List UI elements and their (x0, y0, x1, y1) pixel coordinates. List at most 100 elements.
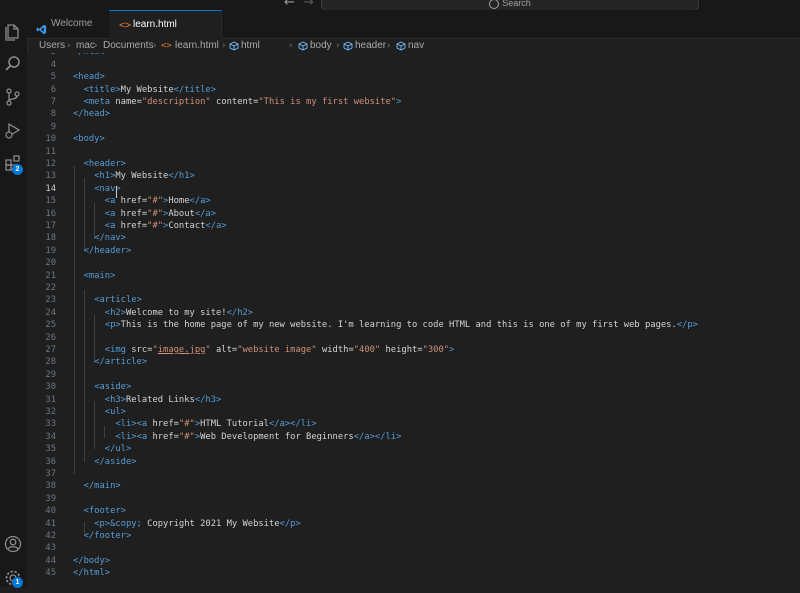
code-line[interactable]: 17 <a href="#">Contact</a> (27, 220, 800, 232)
breadcrumb-item[interactable]: nav (408, 39, 424, 53)
search-icon[interactable] (3, 54, 23, 74)
code-line[interactable]: 38 </main> (27, 480, 800, 492)
code-line[interactable]: 29 (27, 369, 800, 381)
code-line[interactable]: 6 <title>My Website</title> (27, 84, 800, 96)
line-code: </article> (94, 357, 148, 368)
code-line[interactable]: 28 </article> (27, 356, 800, 368)
code-line[interactable]: 20 (27, 257, 800, 269)
line-number: 37 (45, 469, 56, 479)
code-line[interactable]: 19 </header> (27, 245, 800, 257)
text-cursor (116, 186, 117, 198)
line-number: 21 (45, 270, 56, 281)
code-line[interactable]: 11 (27, 146, 800, 158)
line-number: 39 (45, 493, 56, 504)
line-number: 17 (45, 221, 56, 231)
line-code: <aside> (94, 382, 132, 393)
breadcrumb-item[interactable]: Users (39, 39, 65, 53)
line-code: </header> (83, 245, 132, 256)
line-code: <h2>Welcome to my site!</h2> (104, 307, 254, 318)
code-line[interactable]: 16 <a href="#">About</a> (27, 208, 800, 220)
code-line[interactable]: 27 <img src="image.jpg" alt="website ima… (27, 344, 800, 356)
line-number: 10 (45, 134, 56, 145)
forward-arrow-icon[interactable]: → (303, 0, 314, 10)
line-code: </nav> (94, 233, 126, 244)
code-editor[interactable]: 3</html>45<head>6 <title>My Website</tit… (27, 53, 800, 586)
line-number: 32 (45, 407, 56, 417)
breadcrumb-item[interactable]: Documents (103, 39, 154, 53)
line-code: <p>&copy; Copyright 2021 My Website</p> (94, 518, 301, 529)
code-line[interactable]: 7 <meta name="description" content="This… (27, 96, 800, 108)
code-line[interactable]: 12 <header> (27, 158, 800, 170)
element-cube-icon (229, 41, 239, 51)
code-line[interactable]: 44 </body> (27, 555, 800, 567)
line-code: <footer> (83, 506, 126, 517)
line-number: 33 (45, 419, 56, 430)
line-number: 15 (45, 196, 56, 207)
code-line[interactable]: 22 (27, 282, 800, 294)
code-line[interactable]: 18 </nav> (27, 232, 800, 244)
code-line[interactable]: 34 <li><a href="#">Web Development for B… (27, 431, 800, 443)
code-line[interactable]: 25 <p>This is the home page of my new we… (27, 319, 800, 331)
code-line[interactable]: 14 <nav> (27, 183, 800, 195)
code-line[interactable]: 9 (27, 121, 800, 133)
line-code: <head> (73, 72, 105, 83)
code-line[interactable]: 4 (27, 59, 800, 71)
code-line[interactable]: 40 <footer> (27, 505, 800, 517)
line-code: </main> (83, 481, 121, 492)
line-code: </footer> (83, 531, 132, 541)
breadcrumb-item[interactable]: header (355, 39, 386, 53)
line-number: 35 (45, 444, 56, 455)
line-code: </aside> (94, 456, 137, 467)
code-line[interactable]: 21 <main> (27, 270, 800, 282)
source-control-icon[interactable] (3, 87, 23, 107)
line-number: 11 (45, 146, 56, 157)
code-line[interactable]: 42 </footer> (27, 530, 800, 542)
breadcrumb-item[interactable]: html (241, 39, 260, 53)
breadcrumb-item[interactable]: mac (76, 39, 95, 53)
code-line[interactable]: 13 <h1>My Website</h1> (27, 170, 800, 182)
tab-learn-html[interactable]: <> learn.html (109, 10, 222, 39)
code-line[interactable]: 23 <article> (27, 294, 800, 306)
code-line[interactable]: 45 </html> (27, 567, 800, 579)
chevron-right-icon: › (289, 41, 293, 51)
breadcrumb-item[interactable]: body (310, 39, 332, 53)
files-icon[interactable] (3, 21, 23, 41)
code-line[interactable]: 33 <li><a href="#">HTML Tutorial</a></li… (27, 418, 800, 430)
line-code: <main> (83, 270, 116, 281)
code-line[interactable]: 35 </ul> (27, 443, 800, 455)
code-line[interactable]: 10 <body> (27, 133, 800, 145)
code-line[interactable]: 31 <h3>Related Links</h3> (27, 394, 800, 406)
code-line[interactable]: 39 (27, 493, 800, 505)
breadcrumb-item[interactable]: learn.html (175, 39, 219, 53)
code-line[interactable]: 15 <a href="#">Home</a> (27, 195, 800, 207)
line-number: 44 (45, 555, 56, 566)
code-line[interactable]: 26 (27, 332, 800, 344)
code-line[interactable]: 32 <ul> (27, 406, 800, 418)
tab-welcome[interactable]: Welcome (27, 10, 110, 38)
command-center-search[interactable]: Search (321, 0, 699, 10)
code-line[interactable]: 5 <head> (27, 71, 800, 83)
line-number: 4 (50, 59, 56, 70)
code-line[interactable]: 8 </head> (27, 108, 800, 120)
code-line[interactable]: 37 (27, 468, 800, 480)
line-code: <a href="#">Home</a> (104, 196, 211, 207)
chevron-right-icon: › (67, 41, 71, 51)
line-code: <p>This is the home page of my new websi… (104, 320, 698, 331)
back-arrow-icon[interactable]: ← (284, 0, 295, 10)
code-line[interactable]: 43 (27, 542, 800, 554)
search-small-icon (489, 0, 500, 9)
line-code: <a href="#">About</a> (104, 208, 217, 219)
chevron-right-icon: › (94, 41, 98, 51)
run-debug-icon[interactable] (3, 120, 23, 140)
code-line[interactable]: 24 <h2>Welcome to my site!</h2> (27, 307, 800, 319)
line-number: 7 (50, 97, 56, 107)
code-line[interactable]: 41 <p>&copy; Copyright 2021 My Website</… (27, 518, 800, 530)
account-icon[interactable] (3, 534, 23, 554)
code-line[interactable]: 36 </aside> (27, 456, 800, 468)
line-code: <header> (83, 159, 126, 169)
line-code: </head> (73, 109, 111, 120)
code-line[interactable]: 30 <aside> (27, 381, 800, 393)
line-number: 22 (45, 283, 56, 293)
line-code: <article> (94, 295, 142, 306)
tab-label: Welcome (51, 18, 93, 29)
